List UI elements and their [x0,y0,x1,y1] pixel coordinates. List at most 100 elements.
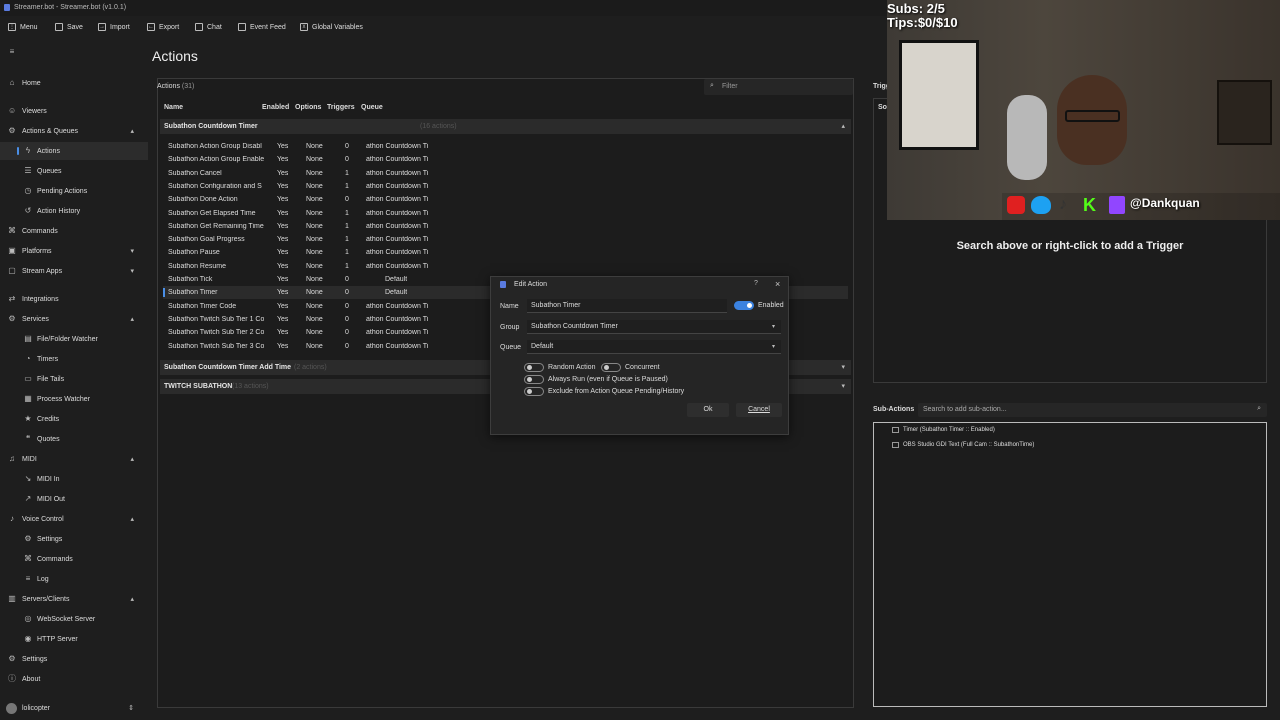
cell-name: Subathon Action Group Enable [168,156,264,164]
random-action-toggle[interactable] [524,363,544,372]
sidebar-item-websocket-server[interactable]: ◎ WebSocket Server [0,610,148,628]
cell-enabled: Yes [277,182,289,190]
chat-button[interactable]: Chat [195,23,222,31]
sidebar-item-platforms[interactable]: ▣ Platforms ▾ [0,242,148,260]
sidebar-item-about[interactable]: ⓘ About [0,670,148,688]
sidebar-item-voice-control[interactable]: ♪ Voice Control ▴ [0,510,148,528]
cell-triggers: 0 [345,342,349,350]
col-enabled[interactable]: Enabled [262,104,289,111]
services-icon: ⚙ [8,314,16,323]
always-run-toggle[interactable] [524,375,544,384]
sub-action-item[interactable]: Timer (Subathon Timer :: Enabled) [892,427,995,433]
ok-button[interactable]: Ok [687,403,729,417]
sidebar-item-commands[interactable]: ⌘ Commands [0,222,148,240]
sidebar-toggle[interactable]: ≡ [0,42,148,62]
table-row[interactable]: Subathon Get Elapsed Time Yes None 1 athon C… [163,207,848,220]
table-row[interactable]: Subathon Cancel Yes None 1 athon Countdown T… [163,167,848,180]
global-variables-button[interactable]: x Global Variables [300,23,363,31]
chevron-down-icon: ▾ [841,364,845,371]
sidebar-item-settings[interactable]: ⚙ Settings [0,530,148,548]
close-icon[interactable]: × [775,279,780,289]
sidebar-item-midi-out[interactable]: ↗ MIDI Out [0,490,148,508]
cell-options: None [306,236,323,244]
commands-icon: ⌘ [8,226,16,235]
group-select[interactable]: Subathon Countdown Timer ▾ [527,320,781,334]
sub-action-item[interactable]: OBS Studio GDI Text (Full Cam :: Subatho… [892,442,1034,448]
sidebar-item-timers[interactable]: ◔ Timers [0,350,148,368]
table-row[interactable]: Subathon Goal Progress Yes None 1 athon Coun… [163,233,848,246]
sidebar-item-services[interactable]: ⚙ Services ▴ [0,310,148,328]
table-row[interactable]: Subathon Pause Yes None 1 athon Countdown Ti [163,246,848,259]
sidebar-item-process-watcher[interactable]: ▦ Process Watcher [0,390,148,408]
sidebar-item-label: Log [37,575,49,583]
menu-icon: ⋮ [8,23,16,31]
cell-triggers: 0 [345,289,349,297]
sidebar-item-integrations[interactable]: ⇄ Integrations [0,290,148,308]
sidebar-item-quotes[interactable]: ❝ Quotes [0,430,148,448]
cell-enabled: Yes [277,196,289,204]
exclude-history-toggle[interactable] [524,387,544,396]
save-button[interactable]: Save [55,23,83,31]
table-row[interactable]: Subathon Resume Yes None 1 athon Countdown T… [163,260,848,273]
group-row[interactable]: Subathon Countdown Timer (16 actions) ▴ [160,119,851,134]
sidebar-item-servers-clients[interactable]: ▥ Servers/Clients ▴ [0,590,148,608]
sidebar-item-action-history[interactable]: ↺ Action History [0,202,148,220]
cell-triggers: 1 [345,262,349,270]
export-button[interactable]: ← Export [147,23,179,31]
table-row[interactable]: Subathon Done Action Yes None 0 athon Countd… [163,193,848,206]
cell-options: None [306,302,323,310]
chevron-down-icon: ▾ [771,344,775,350]
cell-name: Subathon Done Action [168,196,238,204]
help-icon[interactable]: ? [754,280,758,287]
queue-select[interactable]: Default ▾ [527,340,781,354]
table-row[interactable]: Subathon Action Group Enable Yes None 0 atho… [163,153,848,166]
filter-input[interactable]: ⌕ Filter [704,79,853,95]
sidebar-item-actions-queues[interactable]: ⚙ Actions & Queues ▴ [0,122,148,140]
sidebar-item-midi-in[interactable]: ↘ MIDI In [0,470,148,488]
col-name[interactable]: Name [164,104,183,111]
table-row[interactable]: Subathon Action Group Disabl Yes None 0 atho… [163,140,848,153]
commands-icon: ⌘ [24,554,32,563]
concurrent-toggle[interactable] [601,363,621,372]
cell-name: Subathon Get Elapsed Time [168,209,256,217]
sidebar-item-file-tails[interactable]: ▭ File Tails [0,370,148,388]
sidebar-item-http-server[interactable]: ◉ HTTP Server [0,630,148,648]
sidebar-item-commands[interactable]: ⌘ Commands [0,550,148,568]
sidebar-item-file-folder-watcher[interactable]: ▤ File/Folder Watcher [0,330,148,348]
table-row[interactable]: Subathon Get Remaining Time Yes None 1 athon… [163,220,848,233]
name-field[interactable]: Subathon Timer [527,299,727,313]
event-feed-button[interactable]: Event Feed [238,23,286,31]
sidebar-item-settings[interactable]: ⚙ Settings [0,650,148,668]
cancel-button[interactable]: Cancel [736,403,782,417]
sidebar-item-viewers[interactable]: ☺ Viewers [0,102,148,120]
cell-options: None [306,276,323,283]
menu-button[interactable]: ⋮ Menu [8,23,38,31]
cell-triggers: 0 [345,276,349,283]
col-triggers[interactable]: Triggers [327,104,355,111]
enabled-toggle[interactable] [734,301,754,310]
cell-name: Subathon Pause [168,249,220,257]
chevron-up-icon: ▴ [130,128,134,135]
tiktok-icon: ♪ [1059,196,1067,213]
table-row[interactable]: Subathon Configuration and S Yes None 1 atho… [163,180,848,193]
sidebar-item-stream-apps[interactable]: ▢ Stream Apps ▾ [0,262,148,280]
import-button[interactable]: → Import [98,23,130,31]
sidebar-item-queues[interactable]: ☰ Queues [0,162,148,180]
sidebar-item-home[interactable]: ⌂ Home [0,74,148,92]
sidebar-item-label: Action History [37,207,81,215]
cell-name: Subathon Twitch Sub Tier 3 Co [168,342,264,350]
user-profile[interactable]: lolicopter ⇕ [0,699,148,717]
col-options[interactable]: Options [295,104,321,111]
sidebar-item-credits[interactable]: ★ Credits [0,410,148,428]
sidebar-item-label: Actions & Queues [22,127,79,135]
midi-out-icon: ↗ [24,494,32,503]
sidebar-item-label: Pending Actions [37,187,88,195]
col-queue[interactable]: Queue [361,104,383,111]
sidebar-item-midi[interactable]: ♫ MIDI ▴ [0,450,148,468]
sidebar-item-log[interactable]: ≡ Log [0,570,148,588]
sidebar-item-actions[interactable]: ϟ Actions [0,142,148,160]
sidebar-item-label: Stream Apps [22,267,63,275]
sub-action-search-input[interactable]: Search to add sub-action... ⌕ [918,403,1267,417]
cell-name: Subathon Timer Code [168,302,237,310]
sidebar-item-pending-actions[interactable]: ◷ Pending Actions [0,182,148,200]
